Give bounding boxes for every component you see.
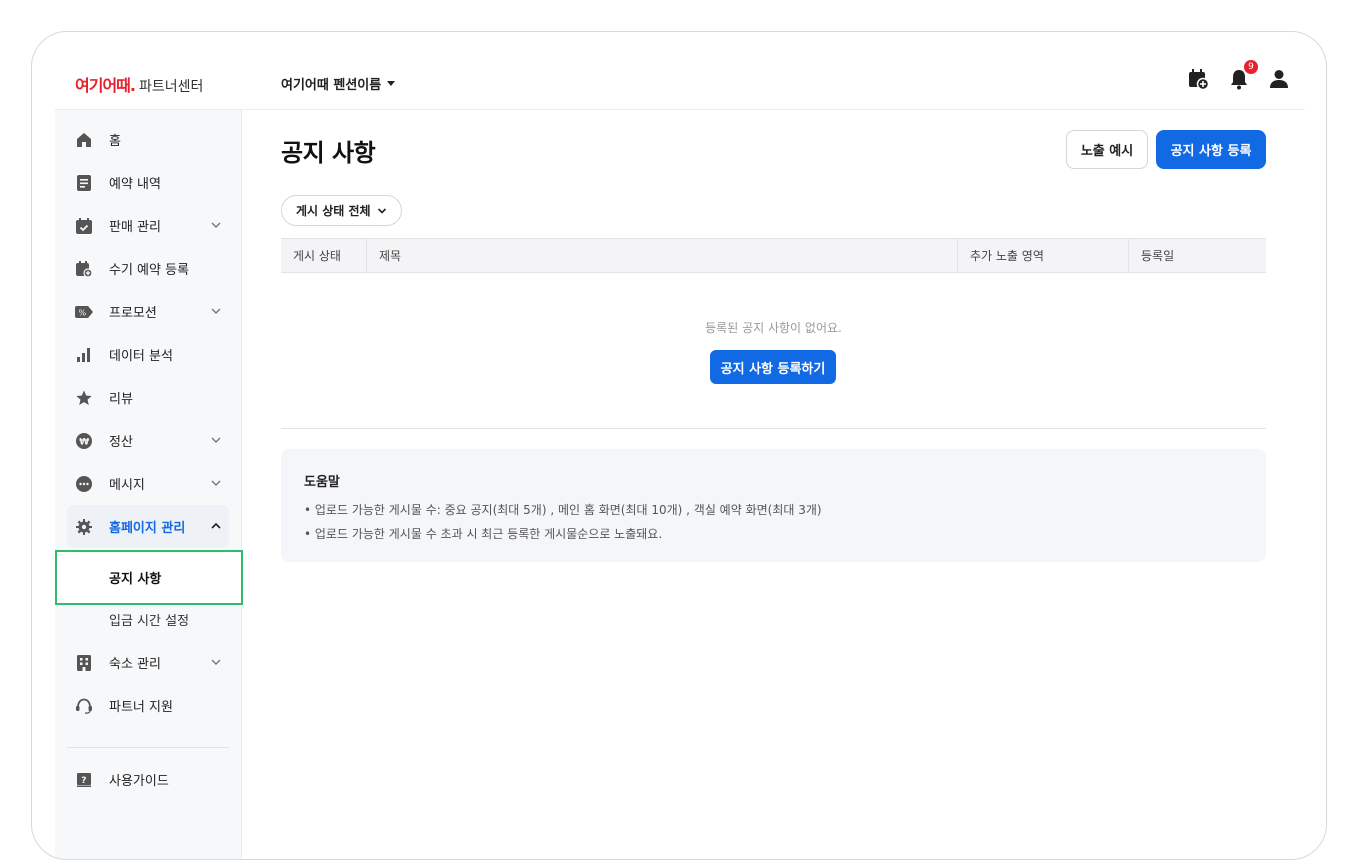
- empty-state-message: 등록된 공지 사항이 없어요.: [705, 321, 842, 335]
- chevron-down-icon: [211, 222, 221, 228]
- brand-sub: 파트너센터: [138, 79, 204, 95]
- help-box: 도움말 • 업로드 가능한 게시물 수: 중요 공지(최대 5개) , 메인 홈…: [281, 449, 1266, 562]
- sidebar-item-review[interactable]: 리뷰: [55, 376, 241, 419]
- top-bar: 여기어때. 파트너센터 여기어때 펜션이름 9: [55, 32, 1305, 110]
- headset-icon: [75, 697, 93, 715]
- sidebar-subitem-notice[interactable]: 공지 사항: [55, 550, 243, 605]
- sidebar-item-promotion[interactable]: % 프로모션: [55, 290, 241, 333]
- star-icon: [75, 389, 93, 407]
- column-header-date[interactable]: 등록일: [1129, 239, 1266, 272]
- section-divider: [281, 428, 1266, 429]
- sidebar-item-label: 파트너 지원: [109, 700, 173, 715]
- logo[interactable]: 여기어때. 파트너센터: [75, 72, 203, 96]
- help-line: • 업로드 가능한 게시물 수 초과 시 최근 등록한 게시물순으로 노출돼요.: [304, 527, 663, 541]
- sidebar-subitem-label: 입금 시간 설정: [109, 613, 190, 629]
- sidebar-subitem-label: 공지 사항: [109, 572, 162, 587]
- page-title: 공지 사항: [281, 139, 376, 167]
- column-header-title[interactable]: 제목: [367, 239, 958, 272]
- property-name: 여기어때 펜션이름: [281, 78, 382, 93]
- sidebar-divider: [67, 747, 229, 748]
- building-icon: [75, 654, 93, 672]
- notification-button[interactable]: 9: [1229, 60, 1258, 90]
- sidebar-item-label: 사용가이드: [109, 774, 169, 789]
- sidebar-item-label: 데이터 분석: [109, 349, 173, 364]
- calendar-plus-icon: [75, 260, 93, 278]
- chevron-down-icon: [211, 308, 221, 314]
- register-notice-empty-button[interactable]: 공지 사항 등록하기: [710, 350, 836, 384]
- column-header-exposure[interactable]: 추가 노출 영역: [958, 239, 1129, 272]
- help-title: 도움말: [304, 475, 340, 490]
- document-icon: [75, 174, 93, 192]
- svg-text:₩: ₩: [79, 437, 89, 447]
- sidebar-item-user-guide[interactable]: ? 사용가이드: [55, 758, 241, 801]
- sidebar-item-manual-booking[interactable]: 수기 예약 등록: [55, 247, 241, 290]
- sidebar-item-label: 정산: [109, 435, 133, 450]
- sidebar-subitem-deposit-time[interactable]: 입금 시간 설정: [55, 607, 241, 631]
- sidebar-item-label: 리뷰: [109, 392, 133, 407]
- filter-label: 게시 상태 전체: [296, 204, 371, 218]
- sidebar-item-label: 수기 예약 등록: [109, 263, 190, 278]
- chevron-down-icon: [211, 480, 221, 486]
- help-line: • 업로드 가능한 게시물 수: 중요 공지(최대 5개) , 메인 홈 화면(…: [304, 503, 822, 517]
- sidebar-item-label: 메시지: [109, 478, 145, 493]
- sidebar-item-analytics[interactable]: 데이터 분석: [55, 333, 241, 376]
- chevron-up-icon: [211, 522, 221, 529]
- property-selector[interactable]: 여기어때 펜션이름: [281, 74, 396, 93]
- calendar-plus-icon[interactable]: [1187, 68, 1209, 90]
- sidebar-item-message[interactable]: 메시지: [55, 462, 241, 505]
- svg-text:?: ?: [81, 776, 86, 786]
- won-coin-icon: ₩: [75, 432, 93, 450]
- chat-icon: [75, 475, 93, 493]
- status-filter-dropdown[interactable]: 게시 상태 전체: [281, 195, 402, 226]
- sidebar-item-settlement[interactable]: ₩ 정산: [55, 419, 241, 462]
- chevron-down-icon: [377, 207, 386, 214]
- help-book-icon: ?: [75, 771, 93, 789]
- header-actions: 9: [1187, 60, 1289, 90]
- column-header-status[interactable]: 게시 상태: [281, 239, 367, 272]
- sidebar-item-property[interactable]: 숙소 관리: [55, 641, 241, 684]
- app-window: 여기어때. 파트너센터 여기어때 펜션이름 9 홈 예약 내역 판매 관리 수기…: [31, 31, 1327, 860]
- sidebar-item-label: 프로모션: [109, 306, 157, 321]
- user-icon[interactable]: [1269, 68, 1289, 90]
- register-notice-button[interactable]: 공지 사항 등록: [1156, 130, 1266, 169]
- coupon-icon: %: [75, 303, 93, 321]
- sidebar-item-sales[interactable]: 판매 관리: [55, 204, 241, 247]
- sidebar-item-label: 홈페이지 관리: [109, 521, 186, 536]
- sidebar-item-label: 예약 내역: [109, 177, 161, 192]
- sidebar-item-homepage[interactable]: 홈페이지 관리: [67, 505, 229, 548]
- calendar-check-icon: [75, 217, 93, 235]
- table-header: 게시 상태 제목 추가 노출 영역 등록일: [281, 238, 1266, 273]
- chevron-down-icon: [211, 437, 221, 443]
- home-icon: [75, 131, 93, 149]
- svg-text:%: %: [79, 308, 87, 317]
- notification-badge: 9: [1244, 60, 1258, 74]
- sidebar-item-partner-support[interactable]: 파트너 지원: [55, 684, 241, 727]
- brand-logo: 여기어때.: [75, 76, 136, 95]
- sidebar-item-label: 판매 관리: [109, 220, 161, 235]
- preview-button[interactable]: 노출 예시: [1066, 130, 1148, 169]
- sidebar-item-home[interactable]: 홈: [55, 118, 241, 161]
- sidebar-item-label: 홈: [109, 134, 121, 149]
- sidebar-item-reservations[interactable]: 예약 내역: [55, 161, 241, 204]
- chevron-down-icon: [211, 659, 221, 665]
- caret-down-icon: [387, 81, 396, 86]
- sidebar-item-label: 숙소 관리: [109, 657, 161, 672]
- gear-icon: [75, 518, 93, 536]
- sidebar: 홈 예약 내역 판매 관리 수기 예약 등록 % 프로모션 데이터 분석 리뷰: [55, 110, 243, 859]
- bar-chart-icon: [75, 346, 93, 364]
